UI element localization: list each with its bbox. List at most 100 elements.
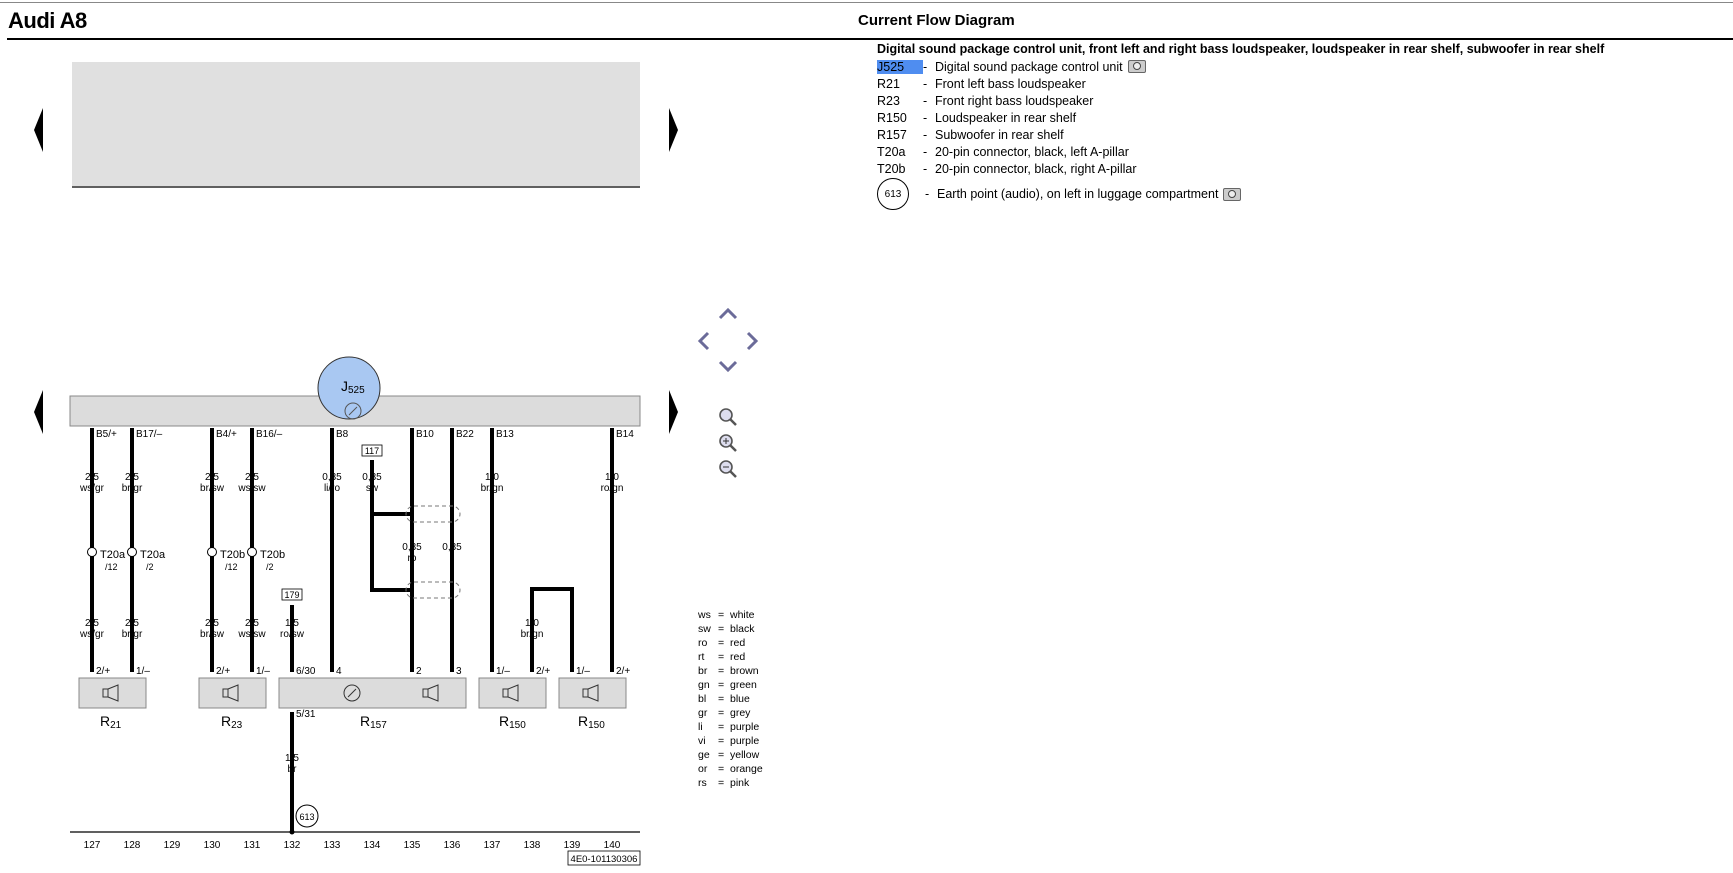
legend-item-r157[interactable]: R157 - Subwoofer in rear shelf xyxy=(877,126,1604,143)
wire-color: ro xyxy=(408,553,417,564)
legend-item-r23[interactable]: R23 - Front right bass loudspeaker xyxy=(877,92,1604,109)
wire-color: br/gr xyxy=(122,483,143,494)
pin-label: B4/+ xyxy=(216,429,237,440)
next-page-up-icon[interactable] xyxy=(669,108,678,152)
wire-size: 1,0 xyxy=(605,472,619,483)
wire-size: 1,0 xyxy=(485,472,499,483)
wire-size: 2,5 xyxy=(205,618,219,629)
legend-desc: Digital sound package control unit xyxy=(935,59,1123,74)
legend-code[interactable]: R23 xyxy=(877,94,923,108)
legend-code[interactable]: J525 xyxy=(877,59,923,74)
wire-size: 2,5 xyxy=(245,472,259,483)
previous-page-preview xyxy=(72,62,640,186)
component-r150-b[interactable] xyxy=(558,677,627,709)
pin-label: B10 xyxy=(416,429,434,440)
track-number: 128 xyxy=(124,840,141,851)
legend-item-r150[interactable]: R150 - Loudspeaker in rear shelf xyxy=(877,109,1604,126)
pan-left-icon[interactable] xyxy=(697,331,710,351)
component-pin: 1/– xyxy=(576,666,590,677)
legend-code[interactable]: T20b xyxy=(877,162,923,176)
wire-color: br/gr xyxy=(122,629,143,640)
component-pin: 2/+ xyxy=(96,666,110,677)
wire-size: 2,5 xyxy=(85,618,99,629)
connector-pin: /2 xyxy=(146,562,154,572)
wire-size: 2,5 xyxy=(125,618,139,629)
zoom-out-icon[interactable] xyxy=(719,460,737,478)
track-number: 127 xyxy=(84,840,101,851)
legend-desc: Subwoofer in rear shelf xyxy=(935,127,1064,142)
wire-color: br/sw xyxy=(200,483,225,494)
color-key-row: gn = green xyxy=(698,679,757,691)
color-key-row: ro = red xyxy=(698,637,746,649)
camera-icon[interactable] xyxy=(1127,60,1146,73)
legend-code[interactable]: R157 xyxy=(877,128,923,142)
pin-label: B14 xyxy=(616,429,634,440)
track-number: 131 xyxy=(244,840,261,851)
legend-item-t20a[interactable]: T20a - 20-pin connector, black, left A-p… xyxy=(877,143,1604,160)
legend-dash: - xyxy=(923,144,928,159)
connector-pin: /2 xyxy=(266,562,274,572)
wire-size: 2,5 xyxy=(125,472,139,483)
wire-size: 1,5 xyxy=(285,618,299,629)
component-pin: 4 xyxy=(336,666,342,677)
wire-color: li xyxy=(450,553,454,564)
color-key-row: ge = yellow xyxy=(698,749,760,761)
previous-page-icon[interactable] xyxy=(34,390,43,434)
connector-label: T20b xyxy=(260,549,285,561)
zoom-in-icon[interactable] xyxy=(719,434,737,452)
component-r23[interactable] xyxy=(198,677,267,709)
legend-desc: Earth point (audio), on left in luggage … xyxy=(937,187,1219,201)
component-legend: Digital sound package control unit, fron… xyxy=(877,42,1604,211)
wire-size: 0,35 xyxy=(402,542,422,553)
wire-color: ro/sw xyxy=(280,629,305,640)
pan-up-icon[interactable] xyxy=(718,307,738,320)
wire-color: ws/gr xyxy=(79,483,105,494)
wire-color: sw xyxy=(366,483,379,494)
legend-code[interactable]: T20a xyxy=(877,145,923,159)
zoom-icon[interactable] xyxy=(719,408,737,426)
wire-color: br/gn xyxy=(481,483,504,494)
next-page-icon[interactable] xyxy=(669,390,678,434)
wire-color: ro/gn xyxy=(601,483,624,494)
track-number: 132 xyxy=(284,840,301,851)
color-key-row: gr = grey xyxy=(698,707,751,719)
track-number: 135 xyxy=(404,840,421,851)
wire-color: ws/sw xyxy=(237,483,266,494)
legend-dash: - xyxy=(923,93,928,108)
pan-right-icon[interactable] xyxy=(746,331,759,351)
wire-size: 0,35 xyxy=(362,472,382,483)
legend-dash: - xyxy=(923,110,928,125)
legend-item-j525[interactable]: J525 - Digital sound package control uni… xyxy=(877,58,1604,75)
track-number: 130 xyxy=(204,840,221,851)
earth-point-icon[interactable]: 613 xyxy=(877,178,909,210)
pin-label: B8 xyxy=(336,429,349,440)
wire-size: 2,5 xyxy=(85,472,99,483)
legend-desc: 20-pin connector, black, left A-pillar xyxy=(935,144,1129,159)
track-number: 137 xyxy=(484,840,501,851)
color-key-row: br = brown xyxy=(698,665,759,677)
legend-item-t20b[interactable]: T20b - 20-pin connector, black, right A-… xyxy=(877,160,1604,177)
track-number: 138 xyxy=(524,840,541,851)
component-r21[interactable] xyxy=(78,677,147,709)
previous-page-up-icon[interactable] xyxy=(34,108,43,152)
legend-code[interactable]: R21 xyxy=(877,77,923,91)
wire-color: li/ro xyxy=(324,483,341,494)
color-key-row: rt = red xyxy=(698,651,746,663)
camera-icon[interactable] xyxy=(1223,187,1242,201)
track-number: 133 xyxy=(324,840,341,851)
component-pin: 1/– xyxy=(136,666,150,677)
legend-dash: - xyxy=(923,59,928,74)
legend-dash: - xyxy=(925,187,930,201)
color-key-row: ws = white xyxy=(698,609,755,621)
legend-item-earth-613[interactable]: 613 - Earth point (audio), on left in lu… xyxy=(877,177,1604,211)
track-number: 136 xyxy=(444,840,461,851)
reference-box-label: 117 xyxy=(365,446,379,456)
component-pin: 2/+ xyxy=(216,666,230,677)
legend-item-r21[interactable]: R21 - Front left bass loudspeaker xyxy=(877,75,1604,92)
legend-code[interactable]: R150 xyxy=(877,111,923,125)
pan-down-icon[interactable] xyxy=(718,360,738,373)
legend-desc: Front left bass loudspeaker xyxy=(935,76,1086,91)
wire-color: ws/sw xyxy=(237,629,266,640)
component-r150-a[interactable] xyxy=(478,677,547,709)
legend-dash: - xyxy=(923,161,928,176)
